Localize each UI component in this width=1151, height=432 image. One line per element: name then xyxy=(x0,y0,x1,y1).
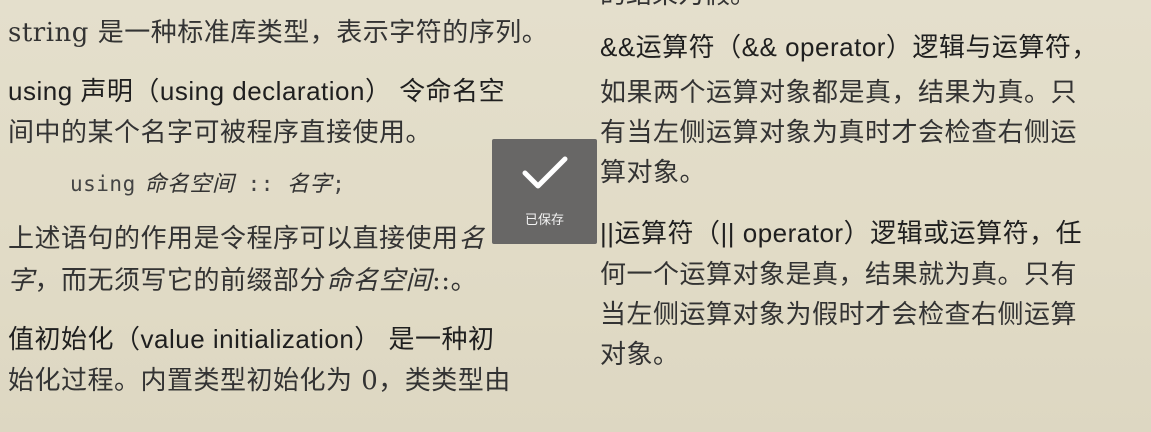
value-initialization-text: 始化过程。内置类型初始化为 0，类类型由 xyxy=(8,366,511,396)
and-operator-line-4: 算对象。 xyxy=(600,156,706,190)
and-operator-line-1: &&运算符（&& operator）逻辑与运算符， xyxy=(600,30,1098,64)
using-declaration-term: using 声明（using declaration） 令命名空 xyxy=(8,76,506,106)
code-semicolon: ; xyxy=(332,172,346,196)
value-init-line-2: 始化过程。内置类型初始化为 0，类类型由 xyxy=(8,364,511,398)
code-namespace: 命名空间 xyxy=(144,172,235,197)
checkmark-icon xyxy=(522,156,567,189)
or-operator-text-3: 当左侧运算对象为假时才会检查右侧运算 xyxy=(600,300,1078,330)
code-scope-operator: :: xyxy=(234,172,288,196)
paragraph-string-definition: string 是一种标准库类型，表示字符的序列。 xyxy=(8,16,548,50)
or-operator-line-4: 对象。 xyxy=(600,338,680,372)
or-operator-text-2: 何一个运算对象是真，结果就为真。只有 xyxy=(600,260,1078,290)
explanation-scope-op: ::。 xyxy=(432,266,478,296)
or-operator-line-1: ||运算符（|| operator）逻辑或运算符，任 xyxy=(600,216,1082,250)
or-operator-text-4: 对象。 xyxy=(600,340,680,370)
and-operator-text-3: 有当左侧运算对象为真时才会检查右侧运 xyxy=(600,118,1078,148)
document-page: string 是一种标准库类型，表示字符的序列。 using 声明（using … xyxy=(0,0,1151,432)
explanation-italic-namespace: 命名空间 xyxy=(326,266,433,296)
string-definition-text: string 是一种标准库类型，表示字符的序列。 xyxy=(8,18,549,48)
value-initialization-term: 值初始化（value initialization） 是一种初 xyxy=(8,324,495,354)
explanation-italic-name-end: 字 xyxy=(8,266,35,296)
code-example: using 命名空间 :: 名字; xyxy=(70,166,345,202)
cut-off-line: 的结果为假。 xyxy=(600,0,756,12)
using-declaration-line-1: using 声明（using declaration） 令命名空 xyxy=(8,74,505,108)
explanation-italic-name: 名 xyxy=(458,224,486,254)
explanation-line-2: 字，而无须写它的前缀部分命名空间::。 xyxy=(8,264,477,298)
saved-toast-label: 已保存 xyxy=(524,213,564,228)
value-init-line-1: 值初始化（value initialization） 是一种初 xyxy=(8,322,495,356)
and-operator-text-4: 算对象。 xyxy=(600,158,707,188)
and-operator-text-2: 如果两个运算对象都是真，结果为真。只 xyxy=(600,78,1078,108)
explanation-text-1: 上述语句的作用是令程序可以直接使用 xyxy=(8,224,459,254)
code-name: 名字 xyxy=(287,172,333,197)
or-operator-term: ||运算符（|| operator）逻辑或运算符，任 xyxy=(600,218,1083,248)
code-keyword: using xyxy=(70,172,136,196)
and-operator-line-3: 有当左侧运算对象为真时才会检查右侧运 xyxy=(600,116,1077,150)
cut-off-text: 的结果为假。 xyxy=(600,0,756,10)
or-operator-line-2: 何一个运算对象是真，结果就为真。只有 xyxy=(600,258,1077,292)
saved-toast: 已保存 xyxy=(492,139,597,244)
explanation-text-2: ，而无须写它的前缀部分 xyxy=(34,266,327,296)
and-operator-line-2: 如果两个运算对象都是真，结果为真。只 xyxy=(600,76,1077,110)
or-operator-line-3: 当左侧运算对象为假时才会检查右侧运算 xyxy=(600,298,1077,332)
and-operator-term: &&运算符（&& operator）逻辑与运算符， xyxy=(600,32,1098,62)
using-declaration-text: 间中的某个名字可被程序直接使用。 xyxy=(8,118,433,148)
explanation-line-1: 上述语句的作用是令程序可以直接使用名 xyxy=(8,222,485,256)
using-declaration-line-2: 间中的某个名字可被程序直接使用。 xyxy=(8,116,432,150)
